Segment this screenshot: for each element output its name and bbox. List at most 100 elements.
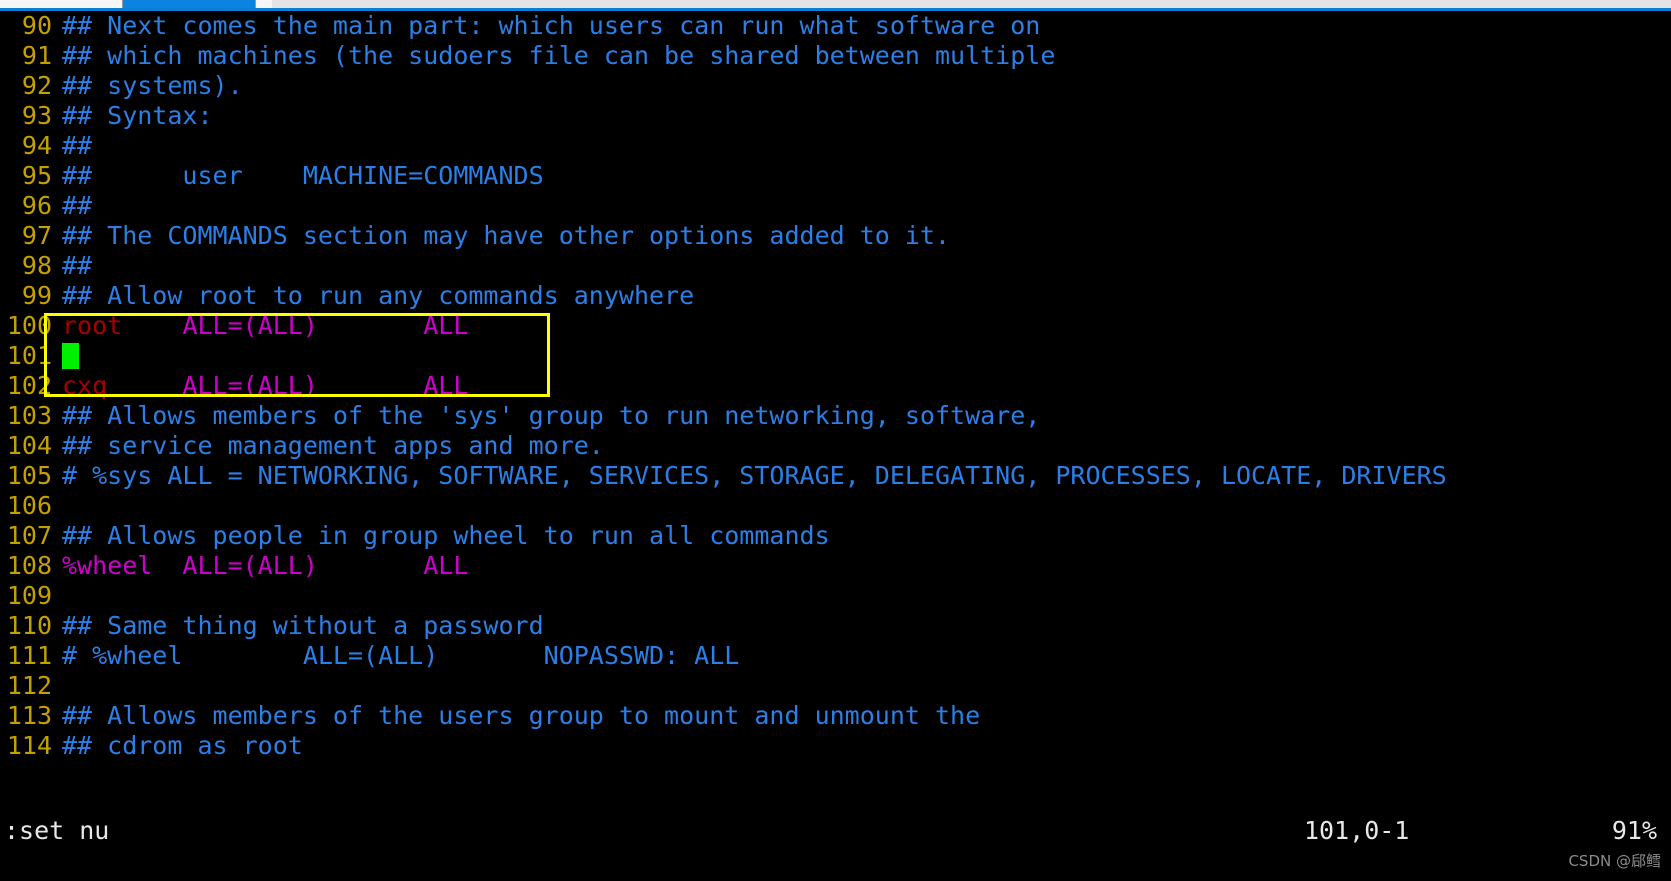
line-number: 111 [6, 641, 52, 670]
code-line[interactable]: 108 %wheel ALL=(ALL) ALL [0, 551, 1671, 581]
line-number: 93 [21, 101, 52, 130]
code-line[interactable]: 94 ## [0, 131, 1671, 161]
code-line[interactable]: 111 # %wheel ALL=(ALL) NOPASSWD: ALL [0, 641, 1671, 671]
line-number: 106 [6, 491, 52, 520]
code-line[interactable]: 112 [0, 671, 1671, 701]
code-token: ALL=(ALL) ALL [182, 371, 469, 400]
code-token: # %wheel ALL=(ALL) NOPASSWD: ALL [62, 641, 740, 670]
line-number: 99 [21, 281, 52, 310]
code-token: ## [62, 191, 93, 220]
line-number: 92 [21, 71, 52, 100]
code-token: ## systems). [62, 71, 243, 100]
line-text [52, 341, 79, 371]
line-number: 102 [6, 371, 52, 400]
line-text: ## systems). [52, 71, 243, 101]
code-line[interactable]: 95 ## user MACHINE=COMMANDS [0, 161, 1671, 191]
line-text: ## Allow root to run any commands anywhe… [52, 281, 694, 311]
vim-status-line: :set nu 101,0-1 91% CSDN @郈鳕 [0, 811, 1671, 870]
line-number: 94 [21, 131, 52, 160]
code-token: cxq [62, 371, 108, 400]
line-text: ## [52, 251, 92, 281]
line-text: ## service management apps and more. [52, 431, 604, 461]
code-line[interactable]: 104 ## service management apps and more. [0, 431, 1671, 461]
code-token: ## Allows members of the users group to … [62, 701, 981, 730]
code-token: ## cdrom as root [62, 731, 303, 760]
code-token: ## Next comes the main part: which users… [62, 11, 1041, 40]
code-line[interactable]: 114 ## cdrom as root [0, 731, 1671, 761]
code-line[interactable]: 101 [0, 341, 1671, 371]
line-text: cxq ALL=(ALL) ALL [52, 371, 468, 401]
vim-command-text: :set nu [4, 816, 110, 845]
code-token: ALL=(ALL) ALL [182, 311, 469, 340]
code-line[interactable]: 100 root ALL=(ALL) ALL [0, 311, 1671, 341]
line-text: ## cdrom as root [52, 731, 303, 761]
code-line[interactable]: 113 ## Allows members of the users group … [0, 701, 1671, 731]
code-token: ## user MACHINE=COMMANDS [62, 161, 544, 190]
code-line[interactable]: 110 ## Same thing without a password [0, 611, 1671, 641]
line-number: 108 [6, 551, 52, 580]
line-number: 112 [6, 671, 52, 700]
line-number: 90 [21, 11, 52, 40]
code-line[interactable]: 90 ## Next comes the main part: which use… [0, 11, 1671, 41]
code-line[interactable]: 97 ## The COMMANDS section may have other… [0, 221, 1671, 251]
code-token: ## [62, 251, 93, 280]
code-token: ## Allows members of the 'sys' group to … [62, 401, 1041, 430]
line-text: ## Next comes the main part: which users… [52, 11, 1040, 41]
code-line[interactable]: 99 ## Allow root to run any commands anyw… [0, 281, 1671, 311]
code-line[interactable]: 96 ## [0, 191, 1671, 221]
line-text: ## which machines (the sudoers file can … [52, 41, 1055, 71]
line-number: 98 [21, 251, 52, 280]
line-text: ## Allows people in group wheel to run a… [52, 521, 830, 551]
code-token: ## Allows people in group wheel to run a… [62, 521, 830, 550]
code-line[interactable]: 103 ## Allows members of the 'sys' group … [0, 401, 1671, 431]
csdn-watermark: CSDN @郈鳕 [1568, 852, 1661, 870]
code-line[interactable]: 98 ## [0, 251, 1671, 281]
line-text: ## The COMMANDS section may have other o… [52, 221, 950, 251]
code-token: ## Same thing without a password [62, 611, 544, 640]
line-text: ## Same thing without a password [52, 611, 544, 641]
line-number: 97 [21, 221, 52, 250]
line-text: ## Allows members of the 'sys' group to … [52, 401, 1040, 431]
line-text: %wheel ALL=(ALL) ALL [52, 551, 468, 581]
line-text: ## Allows members of the users group to … [52, 701, 980, 731]
code-token: ## which machines (the sudoers file can … [62, 41, 1056, 70]
code-line[interactable]: 109 [0, 581, 1671, 611]
line-text: ## Syntax: [52, 101, 213, 131]
line-number: 100 [6, 311, 52, 340]
line-number: 91 [21, 41, 52, 70]
code-line[interactable]: 106 [0, 491, 1671, 521]
line-text: root ALL=(ALL) ALL [52, 311, 468, 341]
code-token: ## The COMMANDS section may have other o… [62, 221, 951, 250]
code-line[interactable]: 107 ## Allows people in group wheel to ru… [0, 521, 1671, 551]
code-line[interactable]: 92 ## systems). [0, 71, 1671, 101]
line-number: 113 [6, 701, 52, 730]
code-token: ## Syntax: [62, 101, 213, 130]
code-token: root [62, 311, 123, 340]
vim-editor-buffer[interactable]: 90 ## Next comes the main part: which use… [0, 11, 1671, 811]
line-number: 103 [6, 401, 52, 430]
code-line[interactable]: 102 cxq ALL=(ALL) ALL [0, 371, 1671, 401]
line-text: ## user MACHINE=COMMANDS [52, 161, 544, 191]
code-token: ALL=(ALL) ALL [182, 551, 469, 580]
line-number: 105 [6, 461, 52, 490]
code-token: # %sys ALL = NETWORKING, SOFTWARE, SERVI… [62, 461, 1447, 490]
code-token: %wheel [62, 551, 153, 580]
line-number: 104 [6, 431, 52, 460]
line-number: 110 [6, 611, 52, 640]
code-line[interactable]: 91 ## which machines (the sudoers file ca… [0, 41, 1671, 71]
text-cursor [62, 343, 79, 369]
code-token: ## Allow root to run any commands anywhe… [62, 281, 695, 310]
line-number: 96 [21, 191, 52, 220]
line-number: 101 [6, 341, 52, 370]
code-token: ## service management apps and more. [62, 431, 604, 460]
line-number: 109 [6, 581, 52, 610]
line-text: # %wheel ALL=(ALL) NOPASSWD: ALL [52, 641, 739, 671]
code-line[interactable]: 105 # %sys ALL = NETWORKING, SOFTWARE, SE… [0, 461, 1671, 491]
cursor-position: 101,0-1 [1304, 816, 1410, 845]
line-text: ## [52, 191, 92, 221]
code-line[interactable]: 93 ## Syntax: [0, 101, 1671, 131]
line-number: 95 [21, 161, 52, 190]
